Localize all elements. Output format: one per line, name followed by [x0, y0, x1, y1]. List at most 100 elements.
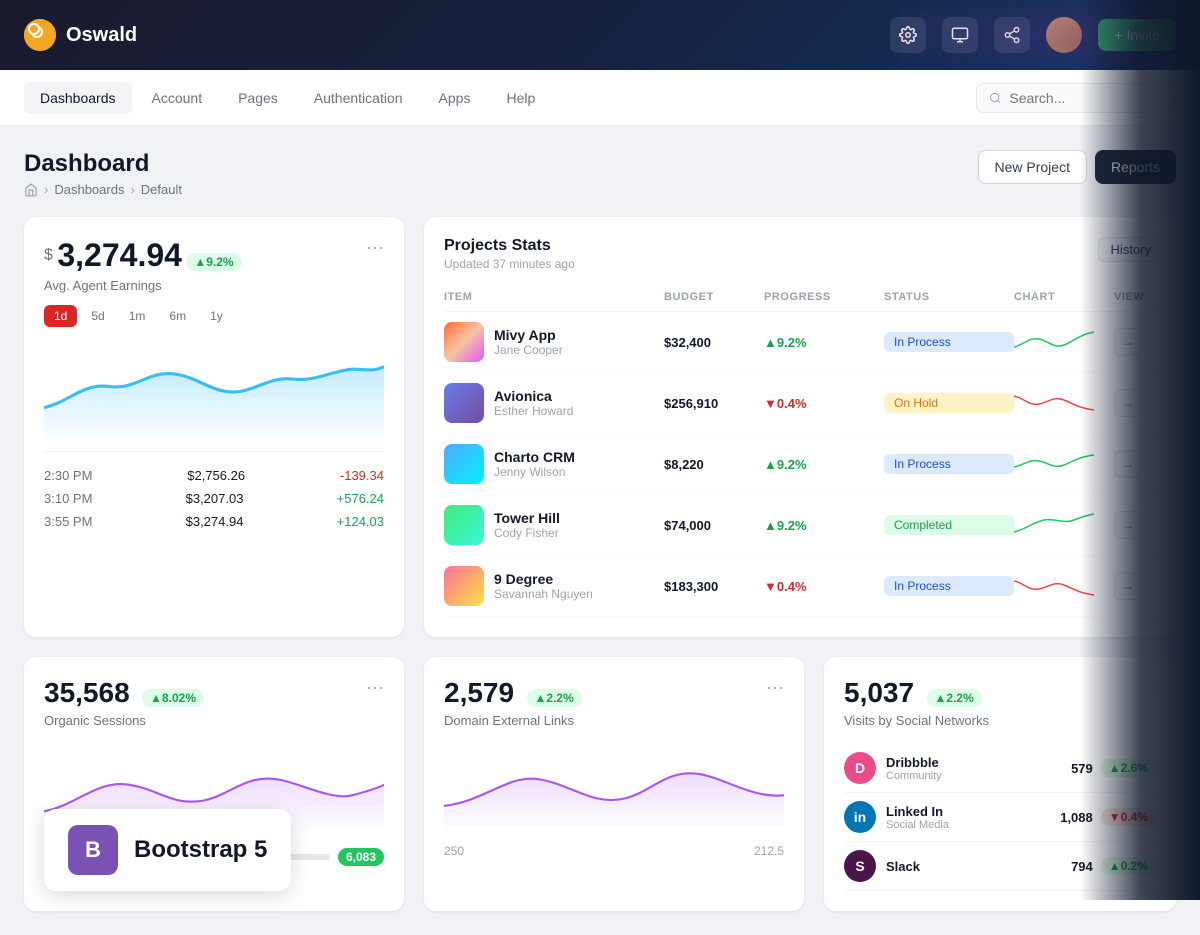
dribbble-info: D Dribbble Community	[844, 752, 942, 784]
domain-card: 2,579 ▲2.2% Domain External Links ···	[424, 657, 804, 911]
earnings-more-btn[interactable]: ···	[366, 237, 384, 258]
linkedin-type: Social Media	[886, 819, 949, 831]
organic-amount-row: 35,568 ▲8.02%	[44, 677, 204, 709]
search-area[interactable]	[976, 83, 1176, 113]
home-icon	[24, 183, 38, 197]
time-btn-6m[interactable]: 6m	[159, 305, 196, 327]
avatar[interactable]	[1046, 17, 1082, 53]
slack-count: 794	[1071, 859, 1093, 874]
organic-label: Organic Sessions	[44, 713, 204, 728]
project-view-3[interactable]: →	[1114, 450, 1142, 478]
project-name-3: Charto CRM	[494, 449, 575, 465]
project-budget-1: $32,400	[664, 335, 764, 350]
earnings-currency: $	[44, 247, 53, 264]
nav-dashboards[interactable]: Dashboards	[24, 82, 132, 114]
project-thumb-3	[444, 444, 484, 484]
nav-right: + Invite	[890, 17, 1176, 53]
social-label: Visits by Social Networks	[844, 713, 989, 728]
project-thumb-2	[444, 383, 484, 423]
bottom-cards-row: 35,568 ▲8.02% Organic Sessions ···	[24, 657, 1176, 911]
nav-account[interactable]: Account	[136, 82, 219, 114]
main-content: Dashboard › Dashboards › Default New Pro…	[0, 126, 1200, 935]
nav-icon-btn-2[interactable]	[942, 17, 978, 53]
project-chart-4	[1014, 510, 1094, 540]
earnings-amount: 3,274.94	[57, 237, 182, 273]
history-button[interactable]: History	[1098, 237, 1164, 262]
nav-icon-btn-1[interactable]	[890, 17, 926, 53]
new-project-button[interactable]: New Project	[978, 150, 1087, 184]
breadcrumb-default: Default	[141, 182, 182, 197]
linkedin-badge: ▼0.4%	[1101, 808, 1156, 826]
project-info-2: Avionica Esther Howard	[494, 388, 573, 418]
project-view-2[interactable]: →	[1114, 389, 1142, 417]
organic-badge: ▲8.02%	[142, 689, 204, 707]
col-item: ITEM	[444, 291, 664, 303]
reports-button[interactable]: Reports	[1095, 150, 1176, 184]
time-btn-5d[interactable]: 5d	[81, 305, 114, 327]
col-view: VIEW	[1114, 291, 1164, 303]
organic-more-btn[interactable]: ···	[366, 677, 384, 698]
projects-updated: Updated 37 minutes ago	[444, 257, 575, 271]
social-row-dribbble: D Dribbble Community 579 ▲2.6%	[844, 744, 1156, 793]
avatar-image	[1046, 17, 1082, 53]
search-icon	[989, 91, 1001, 105]
page-title: Dashboard	[24, 150, 182, 178]
project-view-1[interactable]: →	[1114, 328, 1142, 356]
page-title-area: Dashboard › Dashboards › Default	[24, 150, 182, 197]
project-person-1: Jane Cooper	[494, 343, 563, 357]
projects-header: Projects Stats Updated 37 minutes ago Hi…	[444, 237, 1164, 271]
project-info-4: Tower Hill Cody Fisher	[494, 510, 560, 540]
earnings-card: $ 3,274.94 ▲9.2% Avg. Agent Earnings ···…	[24, 217, 404, 637]
slack-name: Slack	[886, 859, 920, 874]
project-thumb-4	[444, 505, 484, 545]
linkedin-name: Linked In	[886, 804, 949, 819]
nav-authentication[interactable]: Authentication	[298, 82, 419, 114]
time-btn-1m[interactable]: 1m	[119, 305, 156, 327]
domain-info: 2,579 ▲2.2% Domain External Links	[444, 677, 582, 728]
page-header: Dashboard › Dashboards › Default New Pro…	[24, 150, 1176, 197]
dribbble-count: 579	[1071, 761, 1093, 776]
projects-title-area: Projects Stats Updated 37 minutes ago	[444, 237, 575, 271]
project-view-5[interactable]: →	[1114, 572, 1142, 600]
bootstrap-icon: B	[68, 825, 118, 875]
project-status-3: In Process	[884, 454, 1014, 474]
canada-value: 6,083	[338, 848, 384, 866]
social-more-btn[interactable]: ···	[1138, 677, 1156, 698]
earnings-change-1: -139.34	[340, 468, 384, 483]
domain-more-btn[interactable]: ···	[766, 677, 784, 698]
search-input[interactable]	[1009, 90, 1163, 106]
project-status-4: Completed	[884, 515, 1014, 535]
slack-stats: 794 ▲0.2%	[1071, 857, 1156, 875]
project-budget-3: $8,220	[664, 457, 764, 472]
dribbble-icon: D	[844, 752, 876, 784]
social-info: 5,037 ▲2.2% Visits by Social Networks	[844, 677, 989, 728]
breadcrumb: › Dashboards › Default	[24, 182, 182, 197]
nav-icon-btn-3[interactable]	[994, 17, 1030, 53]
linkedin-info: in Linked In Social Media	[844, 801, 949, 833]
project-view-4[interactable]: →	[1114, 511, 1142, 539]
breadcrumb-dashboards: Dashboards	[54, 182, 124, 197]
col-budget: BUDGET	[664, 291, 764, 303]
invite-button[interactable]: + Invite	[1098, 19, 1176, 51]
app-name: Oswald	[66, 24, 137, 47]
project-info-5: 9 Degree Savannah Nguyen	[494, 571, 593, 601]
time-btn-1y[interactable]: 1y	[200, 305, 233, 327]
earnings-badge: ▲9.2%	[186, 253, 241, 271]
nav-pages[interactable]: Pages	[222, 82, 294, 114]
nav-help[interactable]: Help	[490, 82, 551, 114]
earnings-rows: 2:30 PM $2,756.26 -139.34 3:10 PM $3,207…	[44, 451, 384, 533]
project-person-2: Esther Howard	[494, 404, 573, 418]
domain-label: Domain External Links	[444, 713, 582, 728]
project-progress-3: ▲9.2%	[764, 457, 884, 472]
logo[interactable]: Oswald	[24, 19, 137, 51]
linkedin-count: 1,088	[1060, 810, 1093, 825]
project-budget-2: $256,910	[664, 396, 764, 411]
project-info-3: Charto CRM Jenny Wilson	[494, 449, 575, 479]
time-btn-1d[interactable]: 1d	[44, 305, 77, 327]
col-progress: PROGRESS	[764, 291, 884, 303]
project-item-4: Tower Hill Cody Fisher	[444, 505, 664, 545]
projects-table-header: ITEM BUDGET PROGRESS STATUS CHART VIEW	[444, 287, 1164, 312]
dribbble-stats: 579 ▲2.6%	[1071, 759, 1156, 777]
nav-apps[interactable]: Apps	[423, 82, 487, 114]
earnings-change-2: +576.24	[337, 491, 384, 506]
